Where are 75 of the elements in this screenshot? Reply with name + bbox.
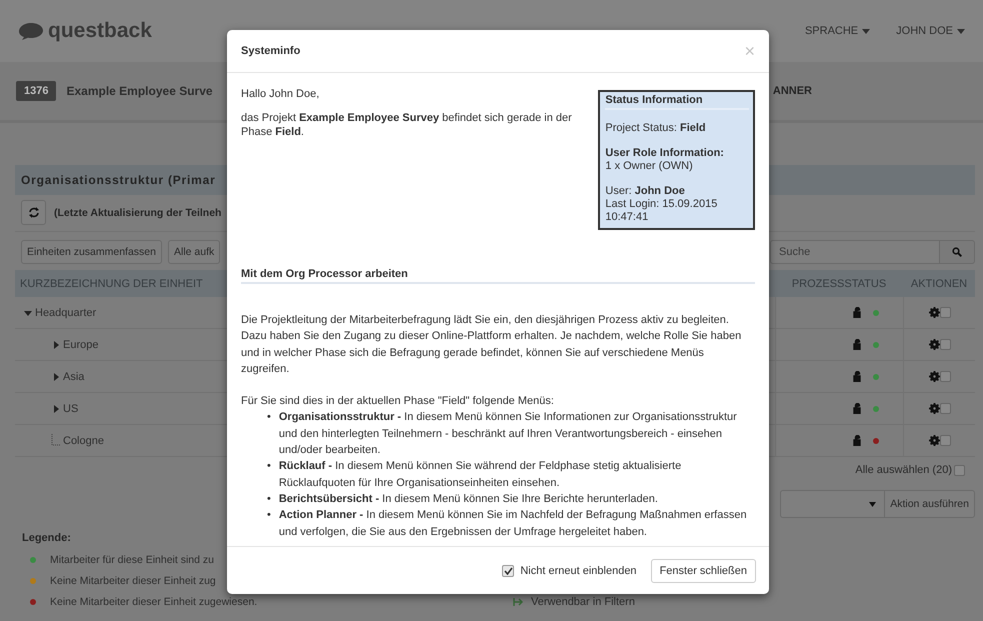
collapsed-arrow-icon[interactable]: [51, 340, 61, 350]
nav-menu[interactable]: JOHN DOE: [896, 25, 953, 37]
logo-text: questback: [48, 19, 152, 43]
menu-description: Organisationsstruktur - In diesem Menü können Sie Informationen zur Organisationsstruktur und den hinterlegten Teilnehmern - beschränkt auf Ihren Verantwortungsbereich - einsehen und/oder bearbeiten.: [278, 410, 738, 458]
unit-name[interactable]: Cologne: [63, 434, 104, 446]
unit-name[interactable]: Headquarter: [35, 306, 96, 318]
bullet: •: [267, 492, 271, 507]
search-field[interactable]: Suche: [770, 240, 940, 264]
column-header: PROZESSSTATUS: [775, 270, 903, 297]
menu-list-intro: Für Sie sind dies in der aktuellen Phase "Field" folgende Menüs:: [241, 394, 555, 410]
unit-name[interactable]: US: [63, 402, 78, 414]
section-heading: Mit dem Org Processor arbeiten: [241, 268, 755, 284]
unit-name[interactable]: Asia: [63, 370, 84, 382]
gear-icon[interactable]: [928, 403, 940, 414]
gear-icon[interactable]: [928, 435, 940, 446]
caret-icon: [862, 28, 870, 34]
checkbox[interactable]: [502, 564, 514, 576]
caret-icon: [957, 28, 965, 34]
description-text: Die Projektleitung der Mitarbeiterbefragung lädt Sie ein, den diesjährigen Prozess aktiv zu begleiten. Dazu haben Sie den Zugang zu dieser Online-Plattform erhalten. Je nachdem, welche Rolle Sie haben und in welcher Phase sich die Befragung gerade befindet, können Sie auf verschiedene Menüs zugreifen.: [241, 313, 742, 377]
checkbox[interactable]: [940, 371, 950, 382]
legend-text: Keine Mitarbeiter dieser Einheit zug: [50, 574, 216, 586]
toolbar-button[interactable]: Alle aufk: [168, 240, 220, 264]
unit-name[interactable]: Europe: [63, 338, 98, 350]
filter-usable-icon: [513, 596, 523, 606]
checkbox[interactable]: [940, 339, 950, 350]
status-line: User: John Doe: [605, 185, 686, 198]
gear-icon[interactable]: [928, 307, 940, 318]
project-id-badge: 1376: [16, 81, 56, 101]
bullet: •: [267, 508, 271, 524]
legend-text: Verwendbar in Filtern: [531, 596, 635, 608]
status-line: Last Login: 15.09.2015 10:47:41: [605, 198, 718, 224]
collapsed-arrow-icon[interactable]: [51, 404, 61, 414]
close-window-button[interactable]: Fenster schließen: [650, 558, 756, 582]
checkbox-label: Nicht erneut einblenden: [520, 564, 637, 576]
menu-description: Berichtsübersicht - In diesem Menü können Sie Ihre Berichte herunterladen.: [278, 492, 658, 507]
status-line: Project Status: Field: [605, 122, 707, 135]
checkbox[interactable]: [954, 464, 965, 476]
column-header: AKTIONEN: [903, 270, 975, 297]
checkbox[interactable]: [940, 307, 950, 318]
padlock-icon: [853, 435, 863, 446]
checkbox[interactable]: [940, 435, 950, 446]
legend-text: Mitarbeiter für diese Einheit sind zu: [50, 554, 214, 566]
bullet: •: [267, 459, 271, 474]
refresh-button[interactable]: [21, 200, 46, 225]
legend-title: Legende:: [22, 532, 72, 546]
collapsed-arrow-icon[interactable]: [51, 372, 61, 382]
panel-title: Status Information: [605, 94, 749, 110]
nav-tab[interactable]: ANNER: [772, 85, 812, 97]
search-button[interactable]: [940, 240, 975, 264]
intro-text: das Projekt Example Employee Survey befindet sich gerade in der Phase Field.: [241, 111, 573, 139]
update-text: (Letzte Aktualisierung der Teilneh: [54, 206, 222, 218]
greeting-text: Hallo John Doe,: [241, 87, 320, 101]
checkbox[interactable]: [940, 403, 950, 414]
select-all-label: Alle auswählen (20): [855, 464, 952, 476]
padlock-icon: [853, 371, 863, 382]
status-line: User Role Information:: [605, 147, 725, 160]
caret-icon: [869, 502, 876, 506]
menu-description: Rücklauf - In diesem Menü können Sie während der Feldphase stetig aktualisierte Rücklaufquoten für Ihre Organisationseinheiten einsehen.: [278, 459, 682, 491]
gear-icon[interactable]: [928, 339, 940, 350]
gear-icon[interactable]: [928, 371, 940, 382]
padlock-icon: [853, 339, 863, 350]
execute-button[interactable]: Aktion ausführen: [884, 490, 975, 518]
nav-menu[interactable]: SPRACHE: [804, 25, 858, 37]
search-icon: [952, 247, 962, 257]
toolbar-button[interactable]: Einheiten zusammenfassen: [21, 240, 162, 264]
refresh-icon: [28, 207, 40, 218]
legend-text: Keine Mitarbeiter dieser Einheit zugewiesen.: [50, 596, 258, 608]
menu-description: Action Planner - In diesem Menü können Sie im Nachfeld der Befragung Maßnahmen erfassen und verfolgen, die Sie aus den Ergebnissen der Umfrage hergeleitet haben.: [278, 508, 748, 540]
tree-line-icon: [51, 434, 61, 448]
padlock-icon: [853, 403, 863, 414]
logo-icon: [18, 22, 44, 40]
dialog-title: Systeminfo: [241, 45, 302, 57]
project-title: Example Employee Surve: [66, 84, 213, 98]
bullet: •: [267, 410, 271, 426]
padlock-icon: [853, 307, 863, 318]
